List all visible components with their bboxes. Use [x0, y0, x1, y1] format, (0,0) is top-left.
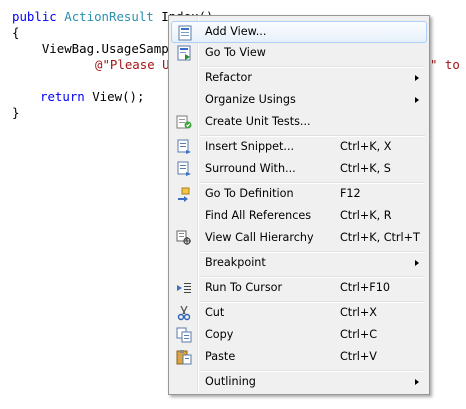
- menu-item-label: Paste: [205, 350, 236, 363]
- code-line: {: [12, 25, 20, 40]
- code-text: View();: [84, 89, 145, 104]
- menu-item-label: Outlining: [205, 375, 256, 388]
- menu-item-shortcut: Ctrl+K, X: [340, 140, 392, 153]
- menu-item-shortcut: Ctrl+C: [340, 328, 378, 341]
- go-to-view-icon: [176, 45, 192, 61]
- menu-item-label: Add View...: [205, 25, 267, 38]
- paste-icon: [176, 349, 192, 365]
- menu-item-shortcut: Ctrl+K, S: [340, 162, 391, 175]
- menu-item-surround-with[interactable]: Surround With... Ctrl+K, S: [171, 158, 427, 180]
- keyword: public: [12, 9, 57, 24]
- code-string-tail: " to: [430, 57, 460, 72]
- code-line: ViewBag.UsageSample: [12, 41, 184, 56]
- cut-icon: [176, 305, 192, 321]
- submenu-arrow-icon: [415, 379, 419, 385]
- menu-item-label: Go To Definition: [205, 187, 294, 200]
- menu-item-breakpoint[interactable]: Breakpoint: [171, 252, 427, 274]
- menu-item-shortcut: Ctrl+V: [340, 350, 377, 363]
- add-view-icon: [177, 25, 193, 41]
- menu-item-shortcut: Ctrl+F10: [340, 281, 390, 294]
- menu-item-find-all-references[interactable]: Find All References Ctrl+K, R: [171, 205, 427, 227]
- menu-item-refactor[interactable]: Refactor: [171, 67, 427, 89]
- insert-snippet-icon: [176, 139, 192, 155]
- submenu-arrow-icon: [415, 97, 419, 103]
- type-name: ActionResult: [64, 9, 154, 24]
- code-line: return View();: [40, 89, 144, 104]
- menu-item-label: Organize Usings: [205, 93, 296, 106]
- menu-item-shortcut: F12: [340, 187, 361, 200]
- keyword: return: [40, 89, 85, 104]
- submenu-arrow-icon: [415, 75, 419, 81]
- copy-icon: [176, 327, 192, 343]
- menu-item-label: Refactor: [205, 71, 252, 84]
- menu-item-label: Create Unit Tests...: [205, 115, 311, 128]
- menu-item-label: Breakpoint: [205, 256, 266, 269]
- menu-item-go-to-definition[interactable]: Go To Definition F12: [171, 183, 427, 205]
- menu-item-shortcut: Ctrl+X: [340, 306, 377, 319]
- menu-item-cut[interactable]: Cut Ctrl+X: [171, 302, 427, 324]
- menu-item-label: Surround With...: [205, 162, 296, 175]
- context-menu: Add View... Go To View Refactor Organize…: [168, 15, 430, 395]
- menu-item-view-call-hierarchy[interactable]: View Call Hierarchy Ctrl+K, Ctrl+T: [171, 227, 427, 249]
- menu-item-organize-usings[interactable]: Organize Usings: [171, 89, 427, 111]
- menu-item-label: View Call Hierarchy: [205, 231, 314, 244]
- menu-item-label: Find All References: [205, 209, 312, 222]
- code-line-string: @"Please Us: [95, 57, 178, 72]
- menu-item-paste[interactable]: Paste Ctrl+V: [171, 346, 427, 368]
- menu-item-label: Run To Cursor: [205, 281, 283, 294]
- submenu-arrow-icon: [415, 260, 419, 266]
- menu-item-label: Go To View: [205, 46, 266, 59]
- menu-item-label: Insert Snippet...: [205, 140, 295, 153]
- surround-with-icon: [176, 161, 192, 177]
- menu-item-shortcut: Ctrl+K, Ctrl+T: [340, 231, 420, 244]
- code-line: }: [12, 105, 20, 120]
- menu-item-create-unit-tests[interactable]: Create Unit Tests...: [171, 111, 427, 133]
- go-to-definition-icon: [176, 186, 192, 202]
- menu-item-copy[interactable]: Copy Ctrl+C: [171, 324, 427, 346]
- create-unit-tests-icon: [176, 114, 192, 130]
- menu-item-label: Cut: [205, 306, 225, 319]
- call-hierarchy-icon: [176, 230, 192, 246]
- menu-item-label: Copy: [205, 328, 234, 341]
- menu-item-outlining[interactable]: Outlining: [171, 371, 427, 393]
- menu-item-insert-snippet[interactable]: Insert Snippet... Ctrl+K, X: [171, 136, 427, 158]
- menu-item-shortcut: Ctrl+K, R: [340, 209, 392, 222]
- menu-item-go-to-view[interactable]: Go To View: [171, 42, 427, 64]
- run-to-cursor-icon: [176, 280, 192, 296]
- menu-item-add-view[interactable]: Add View...: [171, 21, 427, 43]
- menu-item-run-to-cursor[interactable]: Run To Cursor Ctrl+F10: [171, 277, 427, 299]
